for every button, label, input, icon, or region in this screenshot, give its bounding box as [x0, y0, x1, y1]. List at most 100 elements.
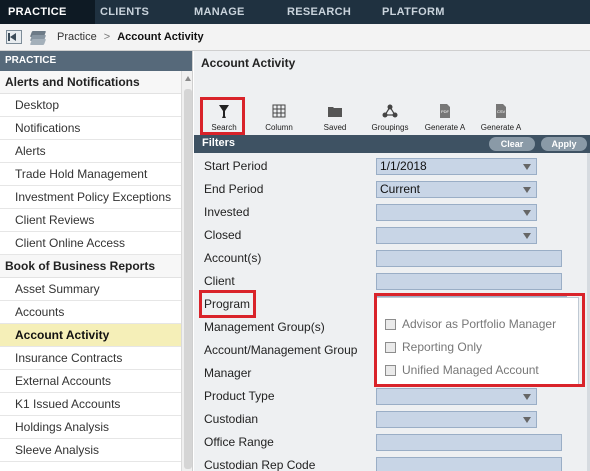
generate-csv-label: Generate A	[480, 123, 522, 132]
filter-row-invested: Invested	[194, 201, 590, 224]
chevron-down-icon	[523, 187, 531, 193]
custodian-select[interactable]	[376, 411, 537, 428]
groupings-tool-button[interactable]: Groupings	[367, 97, 413, 132]
accounts-label: Account(s)	[204, 251, 262, 265]
generate-pdf-label: Generate A	[424, 123, 466, 132]
sidebar-item-desktop[interactable]: Desktop	[0, 94, 181, 117]
office-range-label: Office Range	[204, 435, 274, 449]
tab-practice[interactable]: PRACTICE	[0, 0, 95, 24]
scrollbar-thumb[interactable]	[184, 89, 192, 469]
csv-icon: CSV	[493, 103, 509, 119]
breadcrumb-separator: >	[103, 31, 111, 43]
filter-row-end-period: End Period Current	[194, 178, 590, 201]
filter-row-product-type: Product Type	[194, 385, 590, 408]
scroll-up-icon[interactable]	[185, 76, 191, 81]
office-range-input[interactable]	[376, 434, 562, 451]
accounts-input[interactable]	[376, 250, 562, 267]
sidebar-group-book-of-business[interactable]: Book of Business Reports	[0, 255, 181, 278]
sidebar-scrollbar[interactable]	[181, 71, 192, 471]
end-period-value: Current	[380, 182, 421, 196]
folder-icon	[327, 103, 343, 119]
sidebar-item-sleeve-analysis[interactable]: Sleeve Analysis	[0, 439, 181, 462]
breadcrumb-practice[interactable]: Practice	[57, 31, 97, 43]
start-period-value: 1/1/2018	[380, 159, 427, 173]
sidebar-item-alerts[interactable]: Alerts	[0, 140, 181, 163]
chevron-down-icon	[523, 210, 531, 216]
column-tool-button[interactable]: Column	[256, 97, 302, 132]
tab-clients[interactable]: CLIENTS	[100, 0, 149, 24]
sidebar-item-asset-summary[interactable]: Asset Summary	[0, 278, 181, 301]
generate-csv-button[interactable]: CSV Generate A	[478, 97, 524, 132]
sidebar-item-client-reviews[interactable]: Client Reviews	[0, 209, 181, 232]
start-period-select[interactable]: 1/1/2018	[376, 158, 537, 175]
sidebar-header: PRACTICE	[0, 51, 192, 71]
filters-header: Filters Clear Apply	[194, 135, 590, 153]
product-type-select[interactable]	[376, 388, 537, 405]
sidebar-item-external-accounts[interactable]: External Accounts	[0, 370, 181, 393]
csv-badge-text: CSV	[497, 109, 506, 114]
toolbar: Search Column Saved Groupings PDF Genera…	[194, 97, 590, 135]
sidebar-item-insurance-contracts[interactable]: Insurance Contracts	[0, 347, 181, 370]
page-title: Account Activity	[201, 56, 296, 70]
breadcrumb-current: Account Activity	[117, 31, 204, 43]
sidebar-group-alerts[interactable]: Alerts and Notifications	[0, 71, 181, 94]
manager-label: Manager	[204, 366, 252, 380]
product-type-label: Product Type	[204, 389, 275, 403]
end-period-label: End Period	[204, 182, 264, 196]
client-label: Client	[204, 274, 235, 288]
chevron-down-icon	[523, 233, 531, 239]
generate-pdf-button[interactable]: PDF Generate A	[422, 97, 468, 132]
main-panel: Account Activity Search Column Saved Gro…	[194, 51, 590, 471]
custodian-rep-code-input[interactable]	[376, 457, 562, 471]
management-groups-label: Management Group(s)	[204, 320, 325, 334]
closed-label: Closed	[204, 228, 242, 242]
start-period-label: Start Period	[204, 159, 268, 173]
network-icon	[382, 103, 398, 119]
saved-tool-button[interactable]: Saved	[312, 97, 358, 132]
end-period-select[interactable]: Current	[376, 181, 537, 198]
sidebar-item-holdings-analysis[interactable]: Holdings Analysis	[0, 416, 181, 439]
filter-row-office-range: Office Range	[194, 431, 590, 454]
sidebar-item-notifications[interactable]: Notifications	[0, 117, 181, 140]
search-highlight-box	[200, 97, 245, 135]
invested-label: Invested	[204, 205, 250, 219]
closed-select[interactable]	[376, 227, 537, 244]
dropdown-highlight-box	[374, 293, 585, 387]
pdf-icon: PDF	[437, 103, 453, 119]
sidebar-item-client-online-access[interactable]: Client Online Access	[0, 232, 181, 255]
sidebar-item-trade-hold[interactable]: Trade Hold Management	[0, 163, 181, 186]
apply-button[interactable]: Apply	[541, 137, 587, 151]
breadcrumb: Practice > Account Activity	[0, 24, 590, 51]
filter-row-start-period: Start Period 1/1/2018	[194, 155, 590, 178]
filters-title: Filters	[202, 137, 236, 149]
filter-row-accounts: Account(s)	[194, 247, 590, 270]
sidebar-item-account-activity[interactable]: Account Activity	[0, 324, 181, 347]
tab-research[interactable]: RESEARCH	[287, 0, 351, 24]
custodian-rep-code-label: Custodian Rep Code	[204, 458, 316, 471]
invested-select[interactable]	[376, 204, 537, 221]
custodian-label: Custodian	[204, 412, 259, 426]
tab-manage[interactable]: MANAGE	[194, 0, 245, 24]
column-tool-label: Column	[265, 123, 293, 132]
program-highlight-box	[199, 290, 256, 318]
account-management-group-label: Account/Management Group	[204, 343, 358, 357]
layers-icon	[29, 30, 47, 45]
filter-row-custodian: Custodian	[194, 408, 590, 431]
filter-row-closed: Closed	[194, 224, 590, 247]
chevron-down-icon	[523, 394, 531, 400]
filter-row-custodian-rep-code: Custodian Rep Code	[194, 454, 590, 471]
chevron-down-icon	[523, 417, 531, 423]
sidebar-item-accounts[interactable]: Accounts	[0, 301, 181, 324]
chevron-down-icon	[523, 164, 531, 170]
pdf-badge-text: PDF	[441, 109, 450, 114]
top-nav: PRACTICE CLIENTS MANAGE RESEARCH PLATFOR…	[0, 0, 590, 24]
tab-platform[interactable]: PLATFORM	[382, 0, 445, 24]
groupings-tool-label: Groupings	[371, 123, 409, 132]
sidebar-item-policy-exceptions[interactable]: Investment Policy Exceptions	[0, 186, 181, 209]
sidebar: PRACTICE Alerts and Notifications Deskto…	[0, 51, 193, 471]
collapse-sidebar-icon[interactable]	[6, 30, 22, 44]
saved-tool-label: Saved	[323, 123, 347, 132]
sidebar-item-k1-issued-accounts[interactable]: K1 Issued Accounts	[0, 393, 181, 416]
clear-button[interactable]: Clear	[489, 137, 535, 151]
client-input[interactable]	[376, 273, 562, 290]
